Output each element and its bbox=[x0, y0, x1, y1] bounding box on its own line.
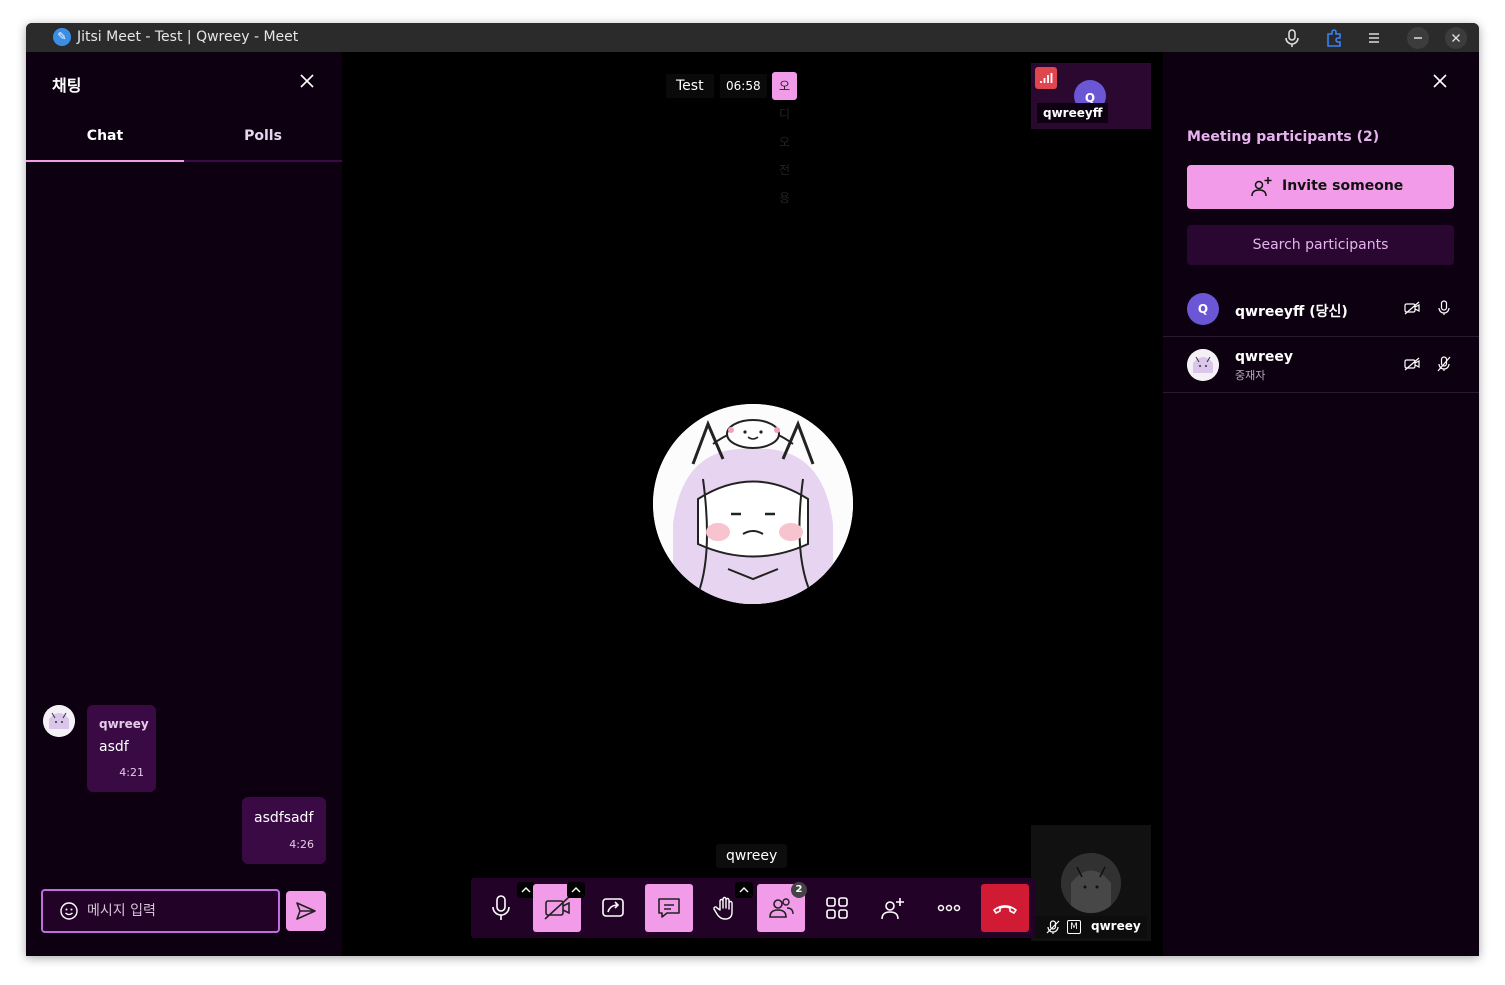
thumbnail-name: qwreey bbox=[1091, 919, 1141, 933]
camera-off-icon bbox=[1404, 301, 1420, 315]
camera-button[interactable] bbox=[533, 882, 585, 932]
connection-indicator-icon[interactable] bbox=[1035, 67, 1057, 89]
chat-message-input[interactable] bbox=[87, 899, 267, 923]
chat-message-own: asdfsadf 4:26 bbox=[242, 797, 326, 864]
participants-title: Meeting participants (2) bbox=[1187, 129, 1380, 145]
moderator-icon: M bbox=[1067, 920, 1081, 934]
meeting-toolbar: 2 bbox=[471, 878, 1035, 938]
message-text: asdfsadf bbox=[254, 810, 314, 826]
share-screen-button[interactable] bbox=[589, 884, 637, 932]
chat-panel: 채팅 Chat Polls qwreey asdf 4:21 asdfsadf … bbox=[26, 52, 342, 956]
message-time: 4:26 bbox=[289, 838, 314, 851]
participant-row[interactable]: qwreey 중재자 bbox=[1163, 337, 1479, 393]
add-user-icon bbox=[881, 898, 904, 920]
conference-name: Test bbox=[666, 74, 714, 98]
thumbnail-remote[interactable]: M qwreey bbox=[1031, 825, 1151, 941]
speaker-name-label: qwreey bbox=[716, 844, 788, 868]
chevron-up-icon bbox=[571, 887, 581, 893]
participants-close-button[interactable] bbox=[1429, 70, 1451, 92]
minimize-button[interactable] bbox=[1407, 27, 1429, 49]
chevron-up-icon bbox=[739, 887, 749, 893]
hangup-icon bbox=[993, 905, 1017, 914]
chat-button[interactable] bbox=[645, 884, 693, 932]
dominant-speaker-avatar bbox=[653, 404, 853, 604]
microphone-button[interactable] bbox=[477, 882, 535, 932]
participant-role: 중재자 bbox=[1235, 369, 1266, 382]
add-user-icon bbox=[1251, 177, 1272, 197]
close-icon bbox=[300, 74, 314, 88]
menu-icon[interactable] bbox=[1363, 27, 1385, 49]
microphone-icon bbox=[1438, 300, 1450, 315]
chat-tabs: Chat Polls bbox=[26, 120, 342, 162]
emoji-icon[interactable] bbox=[59, 901, 79, 921]
chat-close-button[interactable] bbox=[296, 70, 318, 92]
tile-view-icon bbox=[826, 897, 848, 919]
raise-hand-button[interactable] bbox=[701, 882, 753, 932]
tile-view-button[interactable] bbox=[813, 884, 861, 932]
audio-only-label: 오디오 전용 bbox=[772, 72, 798, 205]
send-icon bbox=[296, 902, 316, 920]
camera-options-caret[interactable] bbox=[567, 882, 585, 898]
search-participants-input[interactable]: Search participants bbox=[1187, 225, 1454, 265]
chat-message: qwreey asdf 4:21 bbox=[87, 705, 156, 792]
participants-panel: Meeting participants (2) Invite someone … bbox=[1163, 52, 1479, 956]
participants-button[interactable]: 2 bbox=[757, 882, 807, 932]
thumbnail-local[interactable]: Q qwreeyff bbox=[1031, 63, 1151, 129]
avatar bbox=[1187, 349, 1219, 381]
close-window-button[interactable] bbox=[1445, 27, 1467, 49]
avatar: Q bbox=[1187, 293, 1219, 325]
chat-title: 채팅 bbox=[52, 76, 82, 95]
extension-icon[interactable] bbox=[1323, 27, 1345, 49]
window-title: Jitsi Meet - Test | Qwreey - Meet bbox=[77, 29, 299, 45]
chat-input-box bbox=[41, 889, 280, 933]
message-text: asdf bbox=[99, 739, 129, 755]
send-button[interactable] bbox=[286, 891, 326, 931]
microphone-indicator-icon[interactable] bbox=[1281, 27, 1303, 49]
thumbnail-status-bar: M qwreey bbox=[1035, 916, 1147, 938]
camera-off-icon bbox=[1404, 357, 1420, 371]
mic-muted-icon bbox=[1437, 356, 1451, 372]
invite-label: Invite someone bbox=[1282, 178, 1404, 194]
video-stage: Test 06:58 오디오 전용 qwreey Q qwreeyff M qw… bbox=[342, 52, 1163, 956]
title-bar: ✎ Jitsi Meet - Test | Qwreey - Meet bbox=[26, 23, 1479, 52]
tab-polls[interactable]: Polls bbox=[184, 120, 342, 162]
more-icon bbox=[937, 904, 961, 912]
more-actions-button[interactable] bbox=[925, 884, 973, 932]
app-window: ✎ Jitsi Meet - Test | Qwreey - Meet 채팅 C… bbox=[26, 23, 1479, 956]
invite-button[interactable] bbox=[869, 884, 917, 932]
message-sender: qwreey bbox=[99, 717, 149, 731]
participant-name: qwreeyff (당신) bbox=[1235, 304, 1348, 320]
conference-timer: 06:58 bbox=[720, 74, 767, 98]
close-icon bbox=[1433, 74, 1447, 88]
mic-muted-icon bbox=[1046, 920, 1060, 934]
participant-row[interactable]: Q qwreeyff (당신) bbox=[1163, 281, 1479, 337]
participants-count-badge: 2 bbox=[791, 882, 807, 898]
tab-chat[interactable]: Chat bbox=[26, 120, 184, 162]
reactions-caret[interactable] bbox=[735, 882, 753, 898]
chat-icon bbox=[658, 898, 680, 918]
hangup-button[interactable] bbox=[981, 884, 1029, 932]
jitsi-app-icon: ✎ bbox=[53, 28, 71, 46]
thumbnail-name: qwreeyff bbox=[1037, 103, 1109, 123]
invite-someone-button[interactable]: Invite someone bbox=[1187, 165, 1454, 209]
message-time: 4:21 bbox=[119, 766, 144, 779]
screen-share-icon bbox=[602, 898, 624, 917]
participant-name: qwreey bbox=[1235, 349, 1293, 365]
avatar bbox=[43, 705, 75, 737]
avatar bbox=[1061, 853, 1121, 913]
